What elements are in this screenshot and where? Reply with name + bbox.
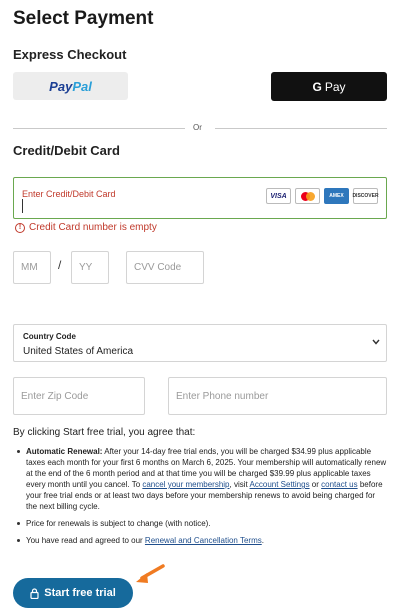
renewal-terms-link[interactable]: Renewal and Cancellation Terms	[145, 536, 262, 545]
expiry-year-input[interactable]: YY	[71, 251, 109, 284]
error-icon: !	[15, 222, 25, 233]
read-agreed-text: You have read and agreed to our	[26, 536, 145, 545]
card-error-text: Credit Card number is empty	[29, 222, 157, 233]
phone-number-input[interactable]: Enter Phone number	[168, 377, 387, 415]
card-number-placeholder: Enter Credit/Debit Card	[22, 189, 116, 199]
cvv-input[interactable]: CVV Code	[126, 251, 204, 284]
terms-list: Automatic Renewal: After your 14-day fre…	[15, 446, 387, 552]
card-brand-icons: VISA AMEX DISCOVER	[266, 188, 379, 204]
expiry-separator: /	[58, 258, 62, 272]
or-separator: Or	[193, 123, 202, 132]
credit-card-heading: Credit/Debit Card	[13, 143, 120, 158]
chevron-down-icon	[372, 337, 380, 347]
text-caret	[22, 199, 23, 213]
or-text: or	[309, 480, 322, 489]
renewal-title: Automatic Renewal:	[26, 447, 103, 456]
divider-left	[13, 128, 185, 129]
amex-icon: AMEX	[324, 188, 349, 204]
account-settings-link[interactable]: Account Settings	[250, 480, 310, 489]
paypal-button[interactable]: Pay Pal	[13, 72, 128, 100]
express-checkout-heading: Express Checkout	[13, 47, 127, 62]
card-number-input[interactable]: Enter Credit/Debit Card VISA AMEX DISCOV…	[13, 177, 387, 219]
country-code-label: Country Code	[23, 332, 76, 341]
arrow-pointer-icon	[136, 564, 165, 583]
contact-us-link[interactable]: contact us	[321, 480, 357, 489]
cancel-membership-link[interactable]: cancel your membership	[142, 480, 229, 489]
google-g-icon: G	[312, 79, 322, 94]
mastercard-icon	[295, 188, 320, 204]
google-pay-label: Pay	[324, 79, 346, 94]
expiry-month-input[interactable]: MM	[13, 251, 51, 284]
list-item: Automatic Renewal: After your 14-day fre…	[15, 446, 387, 512]
agreement-intro: By clicking Start free trial, you agree …	[13, 427, 196, 438]
country-code-select[interactable]: Country Code United States of America	[13, 324, 387, 362]
price-change-text: Price for renewals is subject to change …	[26, 519, 211, 528]
visa-icon: VISA	[266, 188, 291, 204]
card-error: ! Credit Card number is empty	[15, 222, 157, 233]
discover-icon: DISCOVER	[352, 188, 379, 204]
lock-icon	[30, 587, 39, 599]
visit-text: , visit	[229, 480, 250, 489]
list-item: Price for renewals is subject to change …	[15, 518, 387, 529]
page-title: Select Payment	[13, 8, 154, 29]
start-free-trial-button[interactable]: Start free trial	[13, 578, 133, 608]
paypal-logo-pal: Pal	[72, 78, 92, 94]
period-text: .	[261, 536, 264, 545]
divider-right	[215, 128, 387, 129]
zip-code-input[interactable]: Enter Zip Code	[13, 377, 145, 415]
google-pay-button[interactable]: G Pay	[271, 72, 387, 101]
country-code-value: United States of America	[23, 346, 134, 357]
paypal-logo-pay: Pay	[49, 78, 73, 94]
list-item: You have read and agreed to our Renewal …	[15, 535, 387, 546]
start-free-trial-label: Start free trial	[44, 587, 116, 599]
